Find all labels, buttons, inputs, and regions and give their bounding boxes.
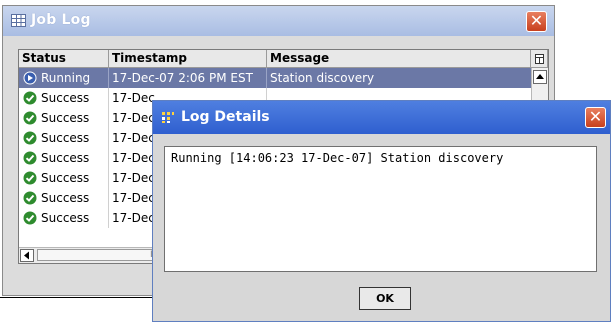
job-log-title: Job Log bbox=[31, 12, 91, 28]
success-check-icon bbox=[23, 151, 37, 165]
success-check-icon bbox=[23, 191, 37, 205]
close-icon: ✕ bbox=[588, 107, 603, 126]
ok-button[interactable]: OK bbox=[359, 287, 411, 310]
scroll-up-button[interactable] bbox=[533, 70, 547, 84]
close-icon: ✕ bbox=[529, 11, 544, 30]
status-cell: Success bbox=[19, 88, 109, 108]
status-cell: Success bbox=[19, 168, 109, 188]
table-icon bbox=[11, 14, 26, 27]
divider bbox=[0, 297, 155, 298]
column-header-timestamp[interactable]: Timestamp bbox=[109, 50, 267, 68]
message-cell: Station discovery bbox=[270, 71, 375, 85]
success-check-icon bbox=[23, 91, 37, 105]
scroll-left-button[interactable] bbox=[20, 249, 34, 262]
table-row[interactable]: Running 17-Dec-07 2:06 PM EST Station disc… bbox=[19, 68, 531, 88]
status-label: Success bbox=[41, 171, 90, 185]
column-chooser-button[interactable] bbox=[531, 50, 548, 68]
status-cell: Running bbox=[19, 68, 109, 88]
log-details-title: Log Details bbox=[181, 109, 270, 125]
status-label: Success bbox=[41, 211, 90, 225]
status-label: Success bbox=[41, 191, 90, 205]
status-cell: Success bbox=[19, 208, 109, 228]
job-log-close-button[interactable]: ✕ bbox=[526, 11, 547, 32]
success-check-icon bbox=[23, 131, 37, 145]
success-check-icon bbox=[23, 171, 37, 185]
success-check-icon bbox=[23, 111, 37, 125]
running-icon bbox=[23, 71, 37, 85]
column-header-status[interactable]: Status bbox=[19, 50, 109, 68]
log-details-text[interactable]: Running [14:06:23 17-Dec-07] Station dis… bbox=[164, 146, 597, 272]
status-cell: Success bbox=[19, 108, 109, 128]
dialog-app-icon bbox=[162, 112, 174, 123]
status-label: Running bbox=[41, 71, 91, 85]
status-label: Success bbox=[41, 131, 90, 145]
job-log-titlebar[interactable]: Job Log ✕ bbox=[3, 6, 554, 36]
log-details-close-button[interactable]: ✕ bbox=[585, 107, 606, 128]
status-label: Success bbox=[41, 91, 90, 105]
column-chooser-icon bbox=[534, 54, 544, 64]
status-cell: Success bbox=[19, 128, 109, 148]
status-cell: Success bbox=[19, 188, 109, 208]
arrow-left-icon bbox=[24, 251, 29, 260]
log-details-titlebar[interactable]: Log Details ✕ bbox=[153, 101, 610, 134]
column-header-message[interactable]: Message bbox=[267, 50, 531, 68]
status-cell: Success bbox=[19, 148, 109, 168]
log-details-dialog: Log Details ✕ Running [14:06:23 17-Dec-0… bbox=[152, 100, 611, 322]
arrow-up-icon bbox=[536, 74, 544, 79]
status-label: Success bbox=[41, 111, 90, 125]
status-label: Success bbox=[41, 151, 90, 165]
timestamp-cell: 17-Dec-07 2:06 PM EST bbox=[109, 68, 267, 88]
success-check-icon bbox=[23, 211, 37, 225]
